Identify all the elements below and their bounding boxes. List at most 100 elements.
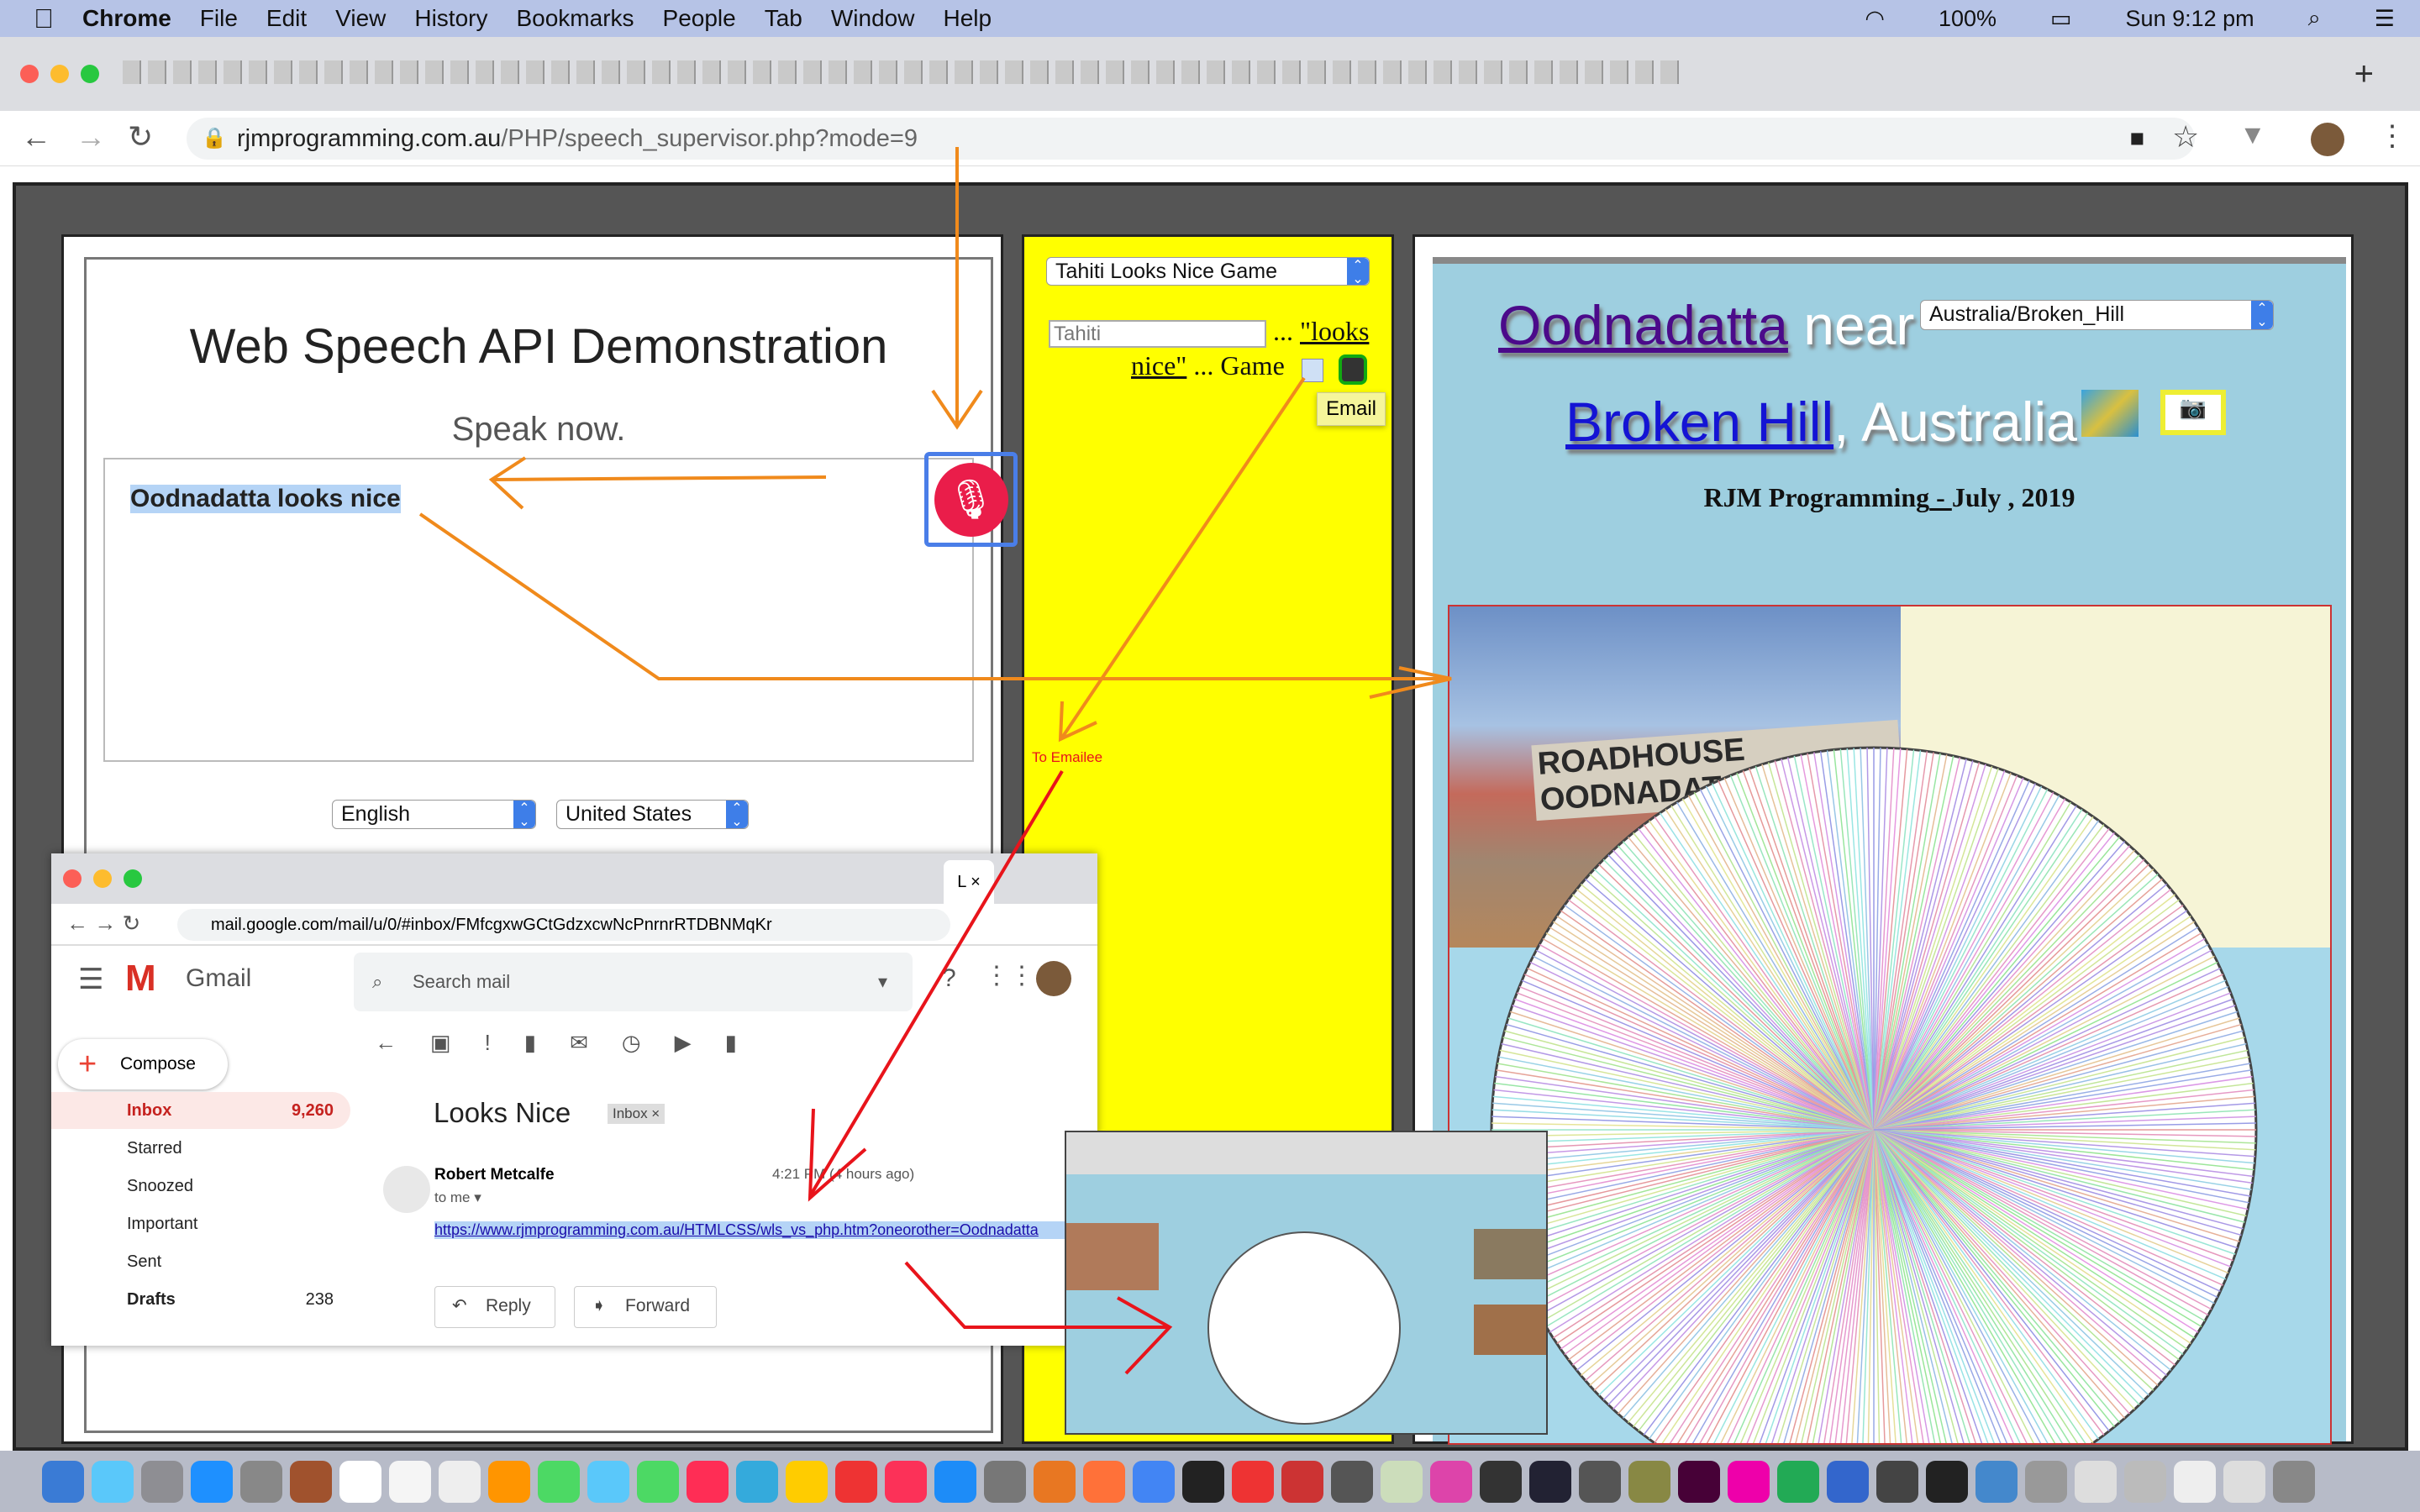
battery-icon[interactable]: ▭ xyxy=(2050,6,2072,32)
reply-button[interactable]: ↶ Reply xyxy=(434,1286,555,1328)
nav-sent[interactable]: Sent xyxy=(51,1243,350,1280)
dock-app-icon[interactable] xyxy=(637,1460,679,1503)
dock-app-icon[interactable] xyxy=(1529,1460,1571,1503)
game-select[interactable]: Tahiti Looks Nice Game ⌃ ⌄ xyxy=(1046,257,1370,286)
zoom-window-button[interactable] xyxy=(81,65,99,83)
notification-center-icon[interactable]: ☰ xyxy=(2375,6,2395,32)
town-link[interactable]: Oodnadatta xyxy=(1498,294,1788,356)
sms-icon[interactable] xyxy=(1339,354,1367,385)
tab[interactable] xyxy=(1459,60,1477,84)
dock-app-icon[interactable] xyxy=(1777,1460,1819,1503)
dialect-select[interactable]: United States ⌃ ⌄ xyxy=(556,800,749,829)
world-map-icon[interactable] xyxy=(2081,390,2139,437)
back-icon[interactable]: ← xyxy=(21,119,51,155)
dock-app-icon[interactable] xyxy=(240,1460,282,1503)
tab[interactable] xyxy=(148,60,166,84)
tab[interactable] xyxy=(879,60,897,84)
menu-app-name[interactable]: Chrome xyxy=(82,5,171,32)
wifi-icon[interactable]: ◠ xyxy=(1865,6,1885,32)
menu-help[interactable]: Help xyxy=(943,5,992,32)
tab[interactable] xyxy=(375,60,393,84)
tab[interactable] xyxy=(980,60,998,84)
dock-app-icon[interactable] xyxy=(786,1460,828,1503)
tab[interactable] xyxy=(652,60,671,84)
map-area[interactable]: ROADHOUSE OODNADAT xyxy=(1448,605,2332,1445)
menu-bookmarks[interactable]: Bookmarks xyxy=(516,5,634,32)
tab[interactable] xyxy=(677,60,696,84)
dock-app-icon[interactable] xyxy=(2075,1460,2117,1503)
tab[interactable] xyxy=(274,60,292,84)
dock-app-icon[interactable] xyxy=(835,1460,877,1503)
language-select[interactable]: English ⌃ ⌄ xyxy=(332,800,536,829)
close-window-button[interactable] xyxy=(20,65,39,83)
menu-tab[interactable]: Tab xyxy=(765,5,802,32)
tab[interactable] xyxy=(955,60,973,84)
tab[interactable] xyxy=(1207,60,1225,84)
dock-app-icon[interactable] xyxy=(1182,1460,1224,1503)
menu-window[interactable]: Window xyxy=(831,5,915,32)
dock-app-icon[interactable] xyxy=(2124,1460,2166,1503)
dock-app-icon[interactable] xyxy=(2223,1460,2265,1503)
message-toolbar[interactable]: ←▣!▮✉◷▶▮ xyxy=(375,1030,771,1056)
tab[interactable] xyxy=(1610,60,1628,84)
dock-app-icon[interactable] xyxy=(538,1460,580,1503)
bookmark-star-icon[interactable]: ☆ xyxy=(2172,119,2199,155)
dock-app-icon[interactable] xyxy=(1728,1460,1770,1503)
dock-app-icon[interactable] xyxy=(1876,1460,1918,1503)
tab[interactable] xyxy=(123,60,141,84)
nav-inbox[interactable]: Inbox 9,260 xyxy=(51,1092,350,1129)
tab[interactable] xyxy=(627,60,645,84)
email-icon[interactable] xyxy=(1302,359,1323,382)
clock[interactable]: Sun 9:12 pm xyxy=(2126,6,2254,32)
profile-avatar[interactable] xyxy=(2311,123,2344,156)
dock-app-icon[interactable] xyxy=(687,1460,729,1503)
city-link[interactable]: Broken Hill xyxy=(1565,391,1833,453)
tab[interactable] xyxy=(476,60,494,84)
dock-app-icon[interactable] xyxy=(1232,1460,1274,1503)
extension-icon[interactable]: ▼ xyxy=(2239,119,2266,150)
tab[interactable] xyxy=(1055,60,1074,84)
spotlight-icon[interactable]: ⌕ xyxy=(2308,5,2321,32)
tab[interactable] xyxy=(1333,60,1351,84)
dock-app-icon[interactable] xyxy=(191,1460,233,1503)
tab[interactable] xyxy=(1106,60,1124,84)
dock-app-icon[interactable] xyxy=(885,1460,927,1503)
tab[interactable] xyxy=(1534,60,1553,84)
tab[interactable] xyxy=(324,60,343,84)
nav-drafts[interactable]: Drafts 238 xyxy=(51,1281,350,1318)
dock-app-icon[interactable] xyxy=(1281,1460,1323,1503)
tab[interactable] xyxy=(501,60,519,84)
dock-app-icon[interactable] xyxy=(488,1460,530,1503)
tab[interactable] xyxy=(702,60,721,84)
tab[interactable] xyxy=(1232,60,1250,84)
tab[interactable] xyxy=(929,60,948,84)
tab[interactable] xyxy=(249,60,267,84)
tab[interactable] xyxy=(1181,60,1200,84)
tab[interactable] xyxy=(829,60,847,84)
gmail-back-icon[interactable]: ← → ↻ xyxy=(66,911,140,937)
dock-app-icon[interactable] xyxy=(389,1460,431,1503)
tab[interactable] xyxy=(400,60,418,84)
dock-app-icon[interactable] xyxy=(2273,1460,2315,1503)
dock-app-icon[interactable] xyxy=(1628,1460,1670,1503)
dock-app-icon[interactable] xyxy=(439,1460,481,1503)
dock-app-icon[interactable] xyxy=(984,1460,1026,1503)
dock-app-icon[interactable] xyxy=(2025,1460,2067,1503)
gmail-active-tab[interactable]: L × xyxy=(944,860,994,904)
transcript-box[interactable]: Oodnadatta looks nice xyxy=(103,458,974,762)
tab[interactable] xyxy=(728,60,746,84)
tab[interactable] xyxy=(576,60,595,84)
dock-app-icon[interactable] xyxy=(1034,1460,1076,1503)
gmail-close-button[interactable] xyxy=(63,869,82,888)
tab[interactable] xyxy=(1484,60,1502,84)
forward-icon[interactable]: → xyxy=(76,119,106,155)
nav-important[interactable]: Important xyxy=(51,1205,350,1242)
tab[interactable] xyxy=(198,60,217,84)
dock-app-icon[interactable] xyxy=(1331,1460,1373,1503)
dock-app-icon[interactable] xyxy=(92,1460,134,1503)
dock-app-icon[interactable] xyxy=(587,1460,629,1503)
forward-button[interactable]: ➧ Forward xyxy=(574,1286,717,1328)
menu-history[interactable]: History xyxy=(414,5,487,32)
new-tab-button[interactable]: + xyxy=(2354,55,2374,93)
compose-button[interactable]: + Compose xyxy=(58,1039,228,1089)
